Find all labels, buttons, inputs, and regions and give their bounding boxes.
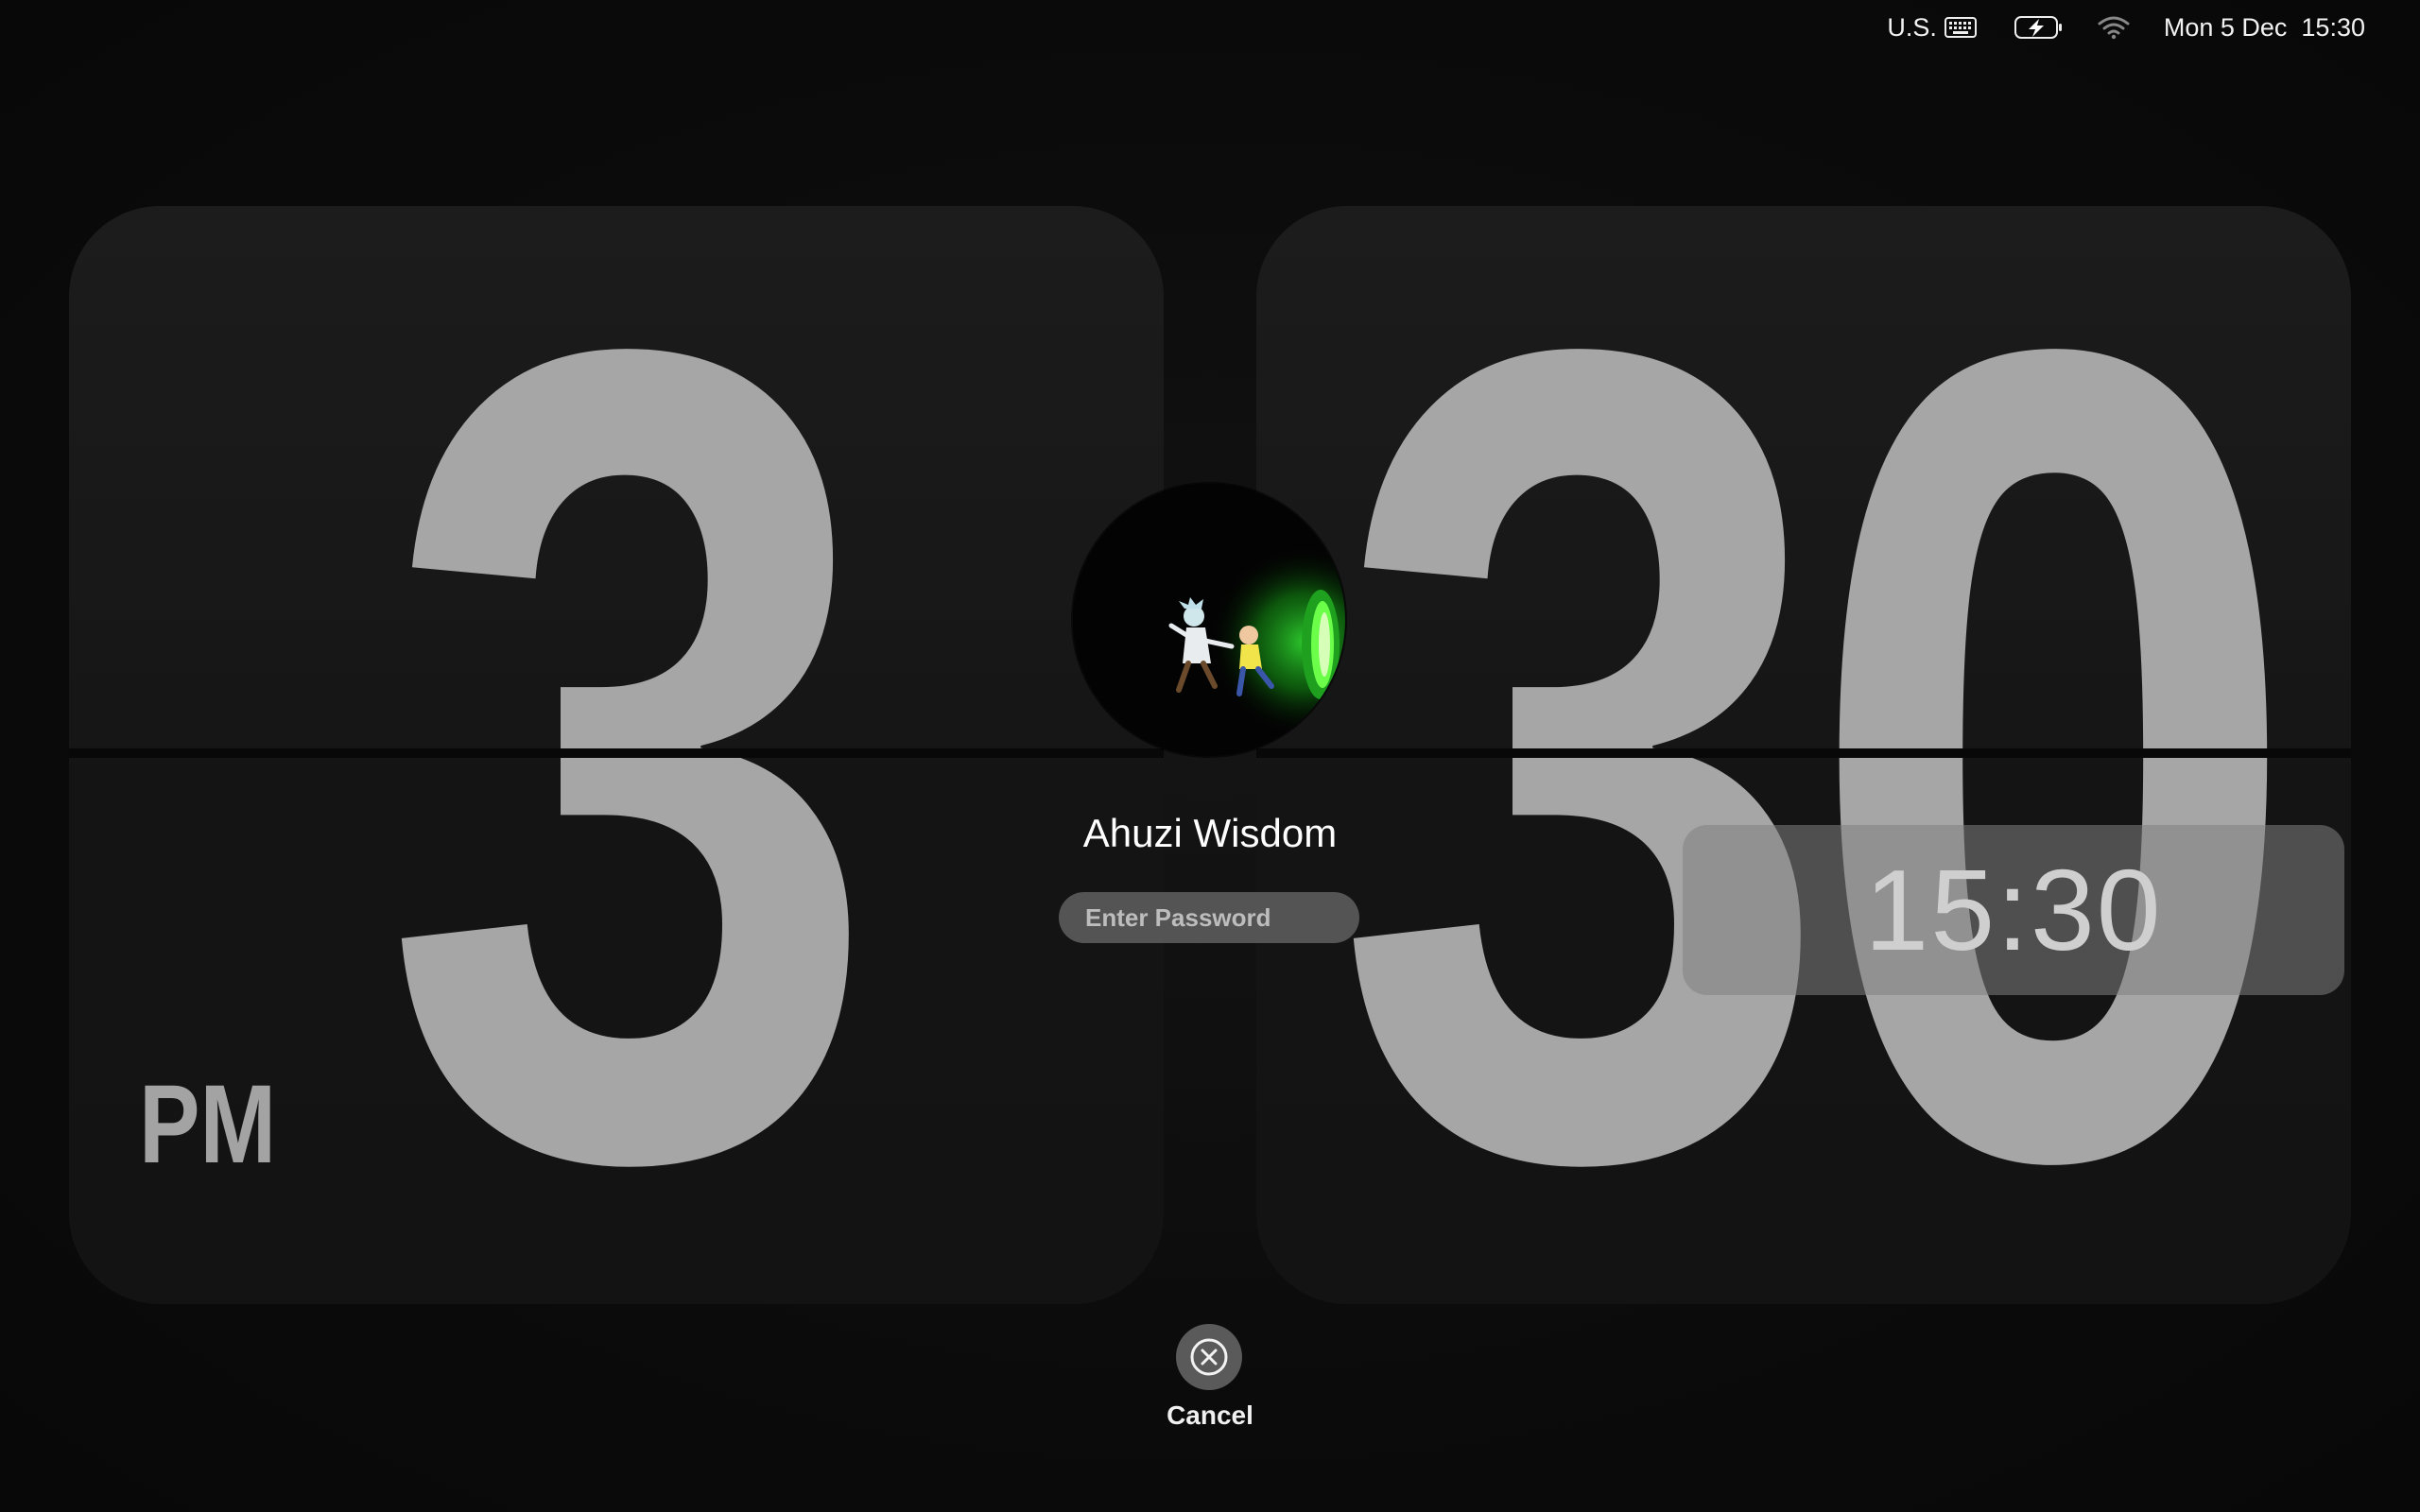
avatar-portal-image [1073, 484, 1345, 756]
period-label: PM [139, 1062, 277, 1187]
cancel-button[interactable] [1176, 1324, 1242, 1390]
wifi-icon [2098, 16, 2130, 40]
flip-split-line [1256, 748, 2351, 758]
minute-flip-card: 30 [1256, 206, 2351, 1304]
user-avatar[interactable] [1073, 484, 1345, 756]
lock-screen: U.S. Mon 5 Dec 15:30 3 PM 15:30 Ahuzi Wi… [0, 0, 2420, 1512]
keyboard-icon [1944, 17, 1977, 38]
menu-bar-clock[interactable]: Mon 5 Dec 15:30 [2164, 13, 2365, 43]
user-name: Ahuzi Wisdom [1082, 811, 1338, 855]
overlay-clock: 15:30 [1683, 825, 2344, 995]
input-source-label: U.S. [1887, 12, 1937, 42]
input-source-menu[interactable]: U.S. [1887, 13, 1977, 43]
wifi-status[interactable] [2098, 15, 2130, 40]
overlay-clock-time: 15:30 [1864, 846, 2163, 974]
cancel-label[interactable]: Cancel [1115, 1400, 1305, 1431]
password-input[interactable] [1059, 892, 1359, 943]
battery-status[interactable] [2014, 15, 2064, 40]
hour-flip-card: 3 PM [69, 206, 1164, 1304]
flip-split-line [69, 748, 1164, 758]
battery-charging-icon [2014, 16, 2062, 39]
date-time-label: Mon 5 Dec 15:30 [2163, 12, 2365, 42]
close-icon [1190, 1338, 1228, 1376]
menu-bar: U.S. Mon 5 Dec 15:30 [1887, 0, 2420, 55]
